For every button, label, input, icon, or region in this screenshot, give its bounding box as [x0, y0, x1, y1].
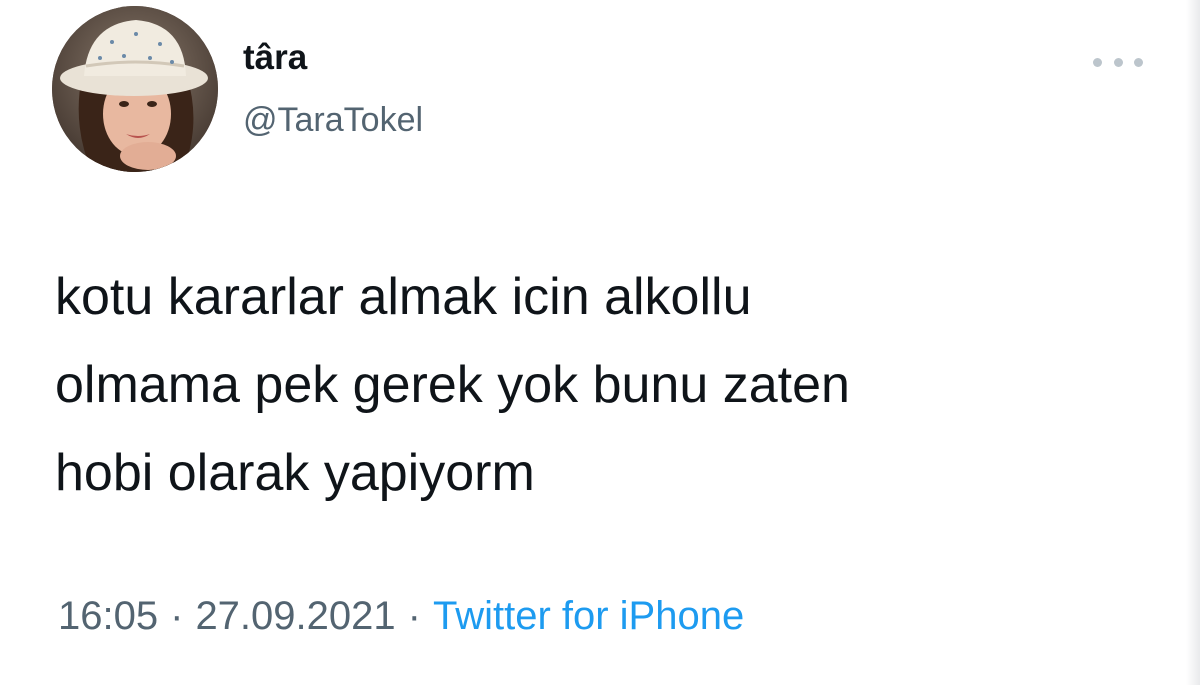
tweet-text: kotu kararlar almak icin alkollu olmama …: [55, 253, 1135, 517]
tweet-date[interactable]: 27.09.2021: [195, 594, 395, 638]
meta-separator: ·: [407, 594, 421, 638]
tweet-time[interactable]: 16:05: [58, 594, 158, 638]
more-dot: [1093, 57, 1102, 67]
display-name[interactable]: târa: [243, 40, 307, 75]
tweet-metadata: 16:05 · 27.09.2021 · Twitter for iPhone: [58, 596, 744, 636]
more-icon[interactable]: [1093, 50, 1143, 74]
edge-shadow: [1186, 0, 1200, 685]
more-dot: [1134, 57, 1143, 67]
more-dot: [1113, 57, 1123, 67]
tweet-text-line: kotu kararlar almak icin alkollu: [55, 268, 752, 326]
meta-separator: ·: [170, 594, 184, 638]
avatar[interactable]: [52, 6, 218, 172]
tweet-source-link[interactable]: Twitter for iPhone: [433, 594, 744, 638]
tweet-text-line: hobi olarak yapiyorm: [55, 444, 535, 502]
tweet-text-line: olmama pek gerek yok bunu zaten: [55, 356, 850, 414]
tweet-card: târa @TaraTokel kotu kararlar almak icin…: [0, 0, 1200, 685]
avatar-image: [52, 6, 218, 172]
user-handle[interactable]: @TaraTokel: [243, 103, 423, 137]
